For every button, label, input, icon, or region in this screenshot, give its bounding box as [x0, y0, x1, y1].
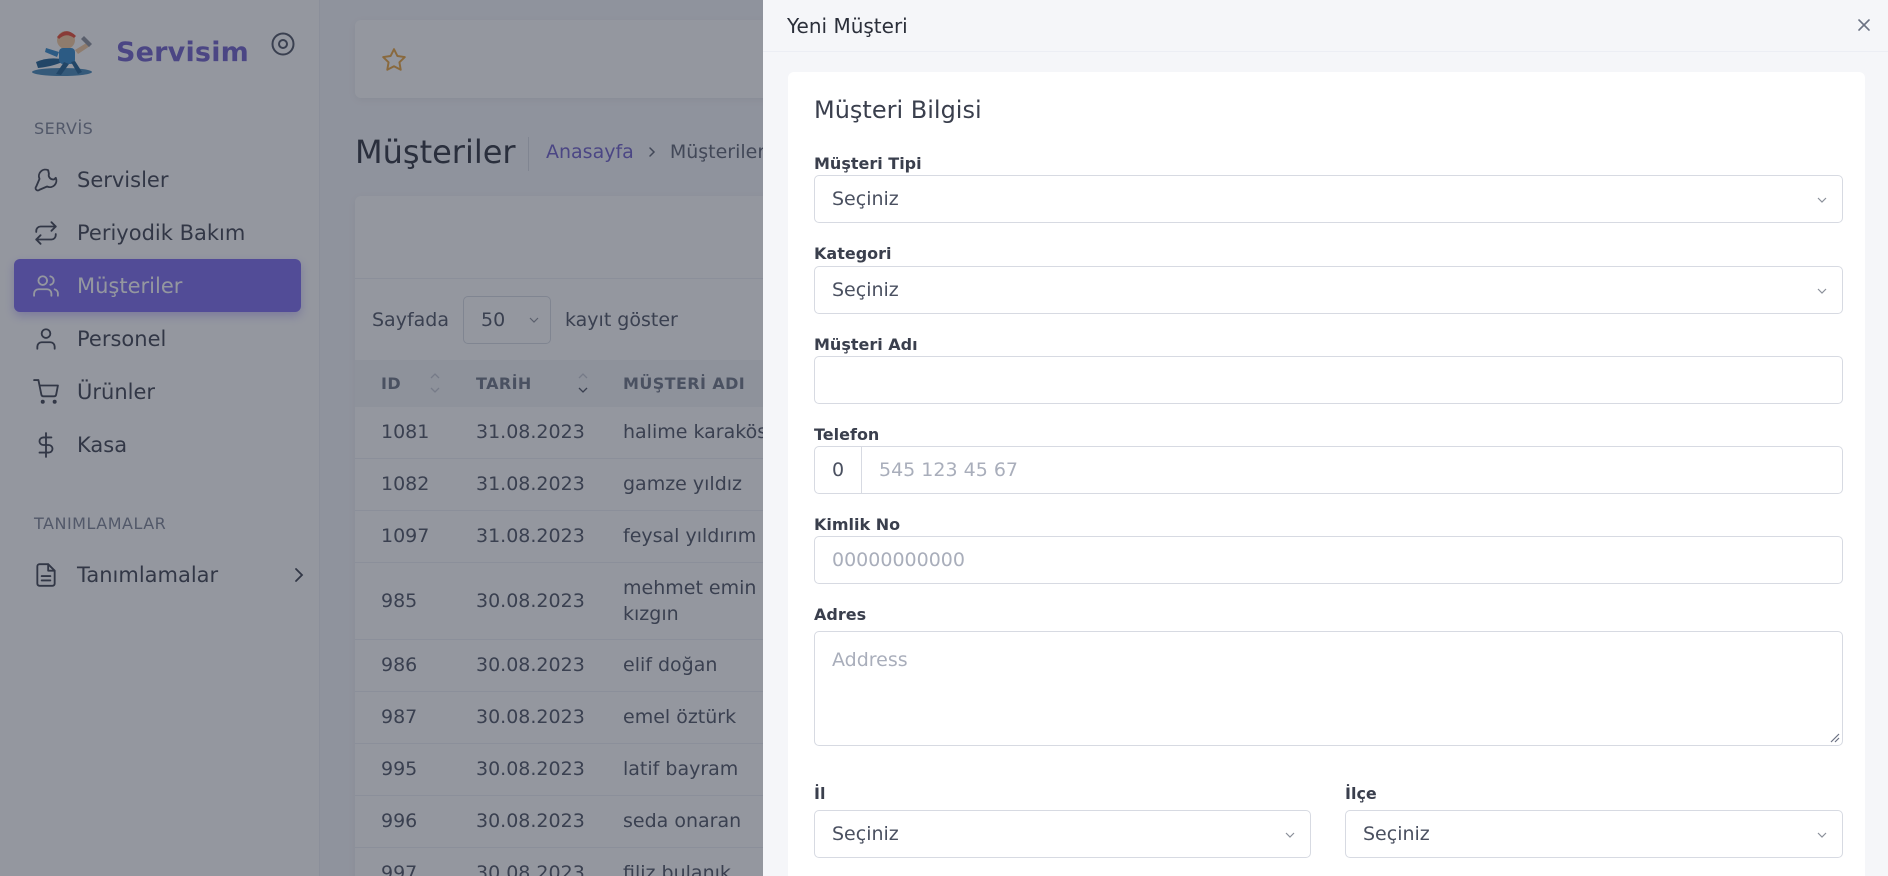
- customer-name-input[interactable]: [814, 356, 1843, 404]
- category-value: Seçiniz: [832, 279, 899, 301]
- phone-placeholder: 545 123 45 67: [879, 459, 1019, 481]
- phone-input[interactable]: 545 123 45 67: [861, 446, 1843, 494]
- district-value: Seçiniz: [1363, 823, 1430, 845]
- phone-prefix: 0: [814, 446, 862, 494]
- phone-label: Telefon: [814, 425, 880, 444]
- customer-name-label: Müşteri Adı: [814, 335, 918, 354]
- identity-number-placeholder: 00000000000: [832, 549, 965, 571]
- customer-form: Müşteri Bilgisi Müşteri Tipi Seçiniz Kat…: [788, 72, 1865, 876]
- category-select[interactable]: Seçiniz: [814, 266, 1843, 314]
- identity-number-input[interactable]: 00000000000: [814, 536, 1843, 584]
- chevron-down-icon: [1817, 832, 1827, 838]
- customer-type-select[interactable]: Seçiniz: [814, 175, 1843, 223]
- chevron-down-icon: [1817, 288, 1827, 294]
- customer-type-label: Müşteri Tipi: [814, 154, 922, 173]
- province-select[interactable]: Seçiniz: [814, 810, 1311, 858]
- drawer-title: Yeni Müşteri: [787, 14, 908, 38]
- district-select[interactable]: Seçiniz: [1345, 810, 1843, 858]
- chevron-down-icon: [1817, 197, 1827, 203]
- address-placeholder: Address: [832, 649, 908, 671]
- address-label: Adres: [814, 605, 867, 624]
- drawer-header: Yeni Müşteri: [763, 0, 1888, 52]
- form-heading: Müşteri Bilgisi: [814, 96, 982, 124]
- category-label: Kategori: [814, 244, 892, 263]
- identity-number-label: Kimlik No: [814, 515, 901, 534]
- new-customer-drawer: Yeni Müşteri Müşteri Bilgisi Müşteri Tip…: [763, 0, 1888, 876]
- resize-handle-icon[interactable]: [1828, 731, 1840, 743]
- address-textarea[interactable]: Address: [814, 631, 1843, 746]
- province-label: İl: [814, 784, 826, 803]
- chevron-down-icon: [1285, 832, 1295, 838]
- province-value: Seçiniz: [832, 823, 899, 845]
- district-label: İlçe: [1345, 784, 1377, 803]
- customer-type-value: Seçiniz: [832, 188, 899, 210]
- close-icon[interactable]: [1856, 17, 1872, 33]
